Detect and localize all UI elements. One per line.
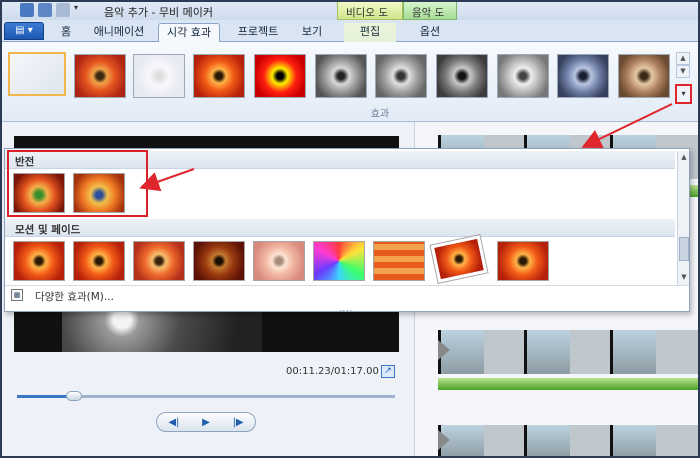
window-title: 음악 추가 - 무비 메이커	[104, 6, 214, 19]
tab-visual-effects[interactable]: 시각 효과	[158, 23, 220, 42]
effect-none-thumb[interactable]	[8, 52, 66, 96]
more-effects-item[interactable]: ▦ 다양한 효과(M)...	[5, 285, 689, 303]
ribbon-tabs: ▤ ▾ 홈 애니메이션 시각 효과 프로젝트 보기 편집 옵션	[0, 20, 700, 42]
effect-thumb[interactable]	[375, 54, 427, 98]
effect-motion-thumb[interactable]	[313, 241, 365, 281]
music-track[interactable]	[438, 378, 700, 390]
gallery-more-button[interactable]: ▾	[675, 84, 692, 104]
scroll-up-icon[interactable]: ▲	[679, 153, 689, 161]
resize-grip-icon[interactable]: ....	[339, 304, 353, 313]
scroll-thumb[interactable]	[679, 237, 689, 261]
effects-group-label: 효과	[370, 109, 390, 120]
fullscreen-icon[interactable]: ↗	[381, 365, 395, 378]
effect-motion-thumb[interactable]	[193, 241, 245, 281]
effect-motion-thumb[interactable]	[253, 241, 305, 281]
seek-handle[interactable]	[65, 391, 82, 401]
tab-project[interactable]: 프로젝트	[228, 23, 288, 42]
tab-edit[interactable]: 편집	[344, 23, 396, 42]
effect-motion-thumb[interactable]	[429, 234, 489, 284]
effect-thumb[interactable]	[254, 54, 306, 98]
effect-thumb[interactable]	[133, 54, 185, 98]
scroll-up-icon[interactable]: ▲	[676, 52, 690, 65]
file-menu-button[interactable]: ▤ ▾	[4, 22, 44, 40]
scroll-down-icon[interactable]: ▼	[676, 65, 690, 78]
quick-access-toolbar: ▾	[20, 3, 88, 17]
tab-animations[interactable]: 애니메이션	[86, 23, 152, 42]
effect-thumb[interactable]	[436, 54, 488, 98]
clip-marker	[438, 430, 450, 450]
timecode: 00:11.23/01:17.00	[286, 366, 379, 377]
effect-motion-thumb[interactable]	[73, 241, 125, 281]
undo-icon[interactable]	[38, 3, 52, 17]
section-header-invert: 반전	[5, 151, 675, 169]
effects-list-icon: ▦	[11, 289, 23, 301]
effect-thumb[interactable]	[618, 54, 670, 98]
effects-gallery-dropdown: 반전 모션 및 페이드 ▲ ▼ ▦ 다양한 효과(M)... ....	[4, 148, 690, 313]
effect-thumb[interactable]	[193, 54, 245, 98]
dropdown-scrollbar[interactable]: ▲ ▼	[677, 151, 689, 285]
title-bar: ▾ 음악 추가 - 무비 메이커 비디오 도구 음악 도구	[0, 0, 700, 34]
clip-marker	[438, 340, 450, 360]
effect-thumb[interactable]	[74, 54, 126, 98]
section-header-motion-fade: 모션 및 페이드	[5, 219, 675, 237]
previous-frame-icon[interactable]: ◀|	[168, 417, 179, 428]
scroll-down-icon[interactable]: ▼	[679, 273, 689, 281]
play-icon[interactable]: ▶	[202, 417, 210, 428]
effect-motion-thumb[interactable]	[13, 241, 65, 281]
effect-motion-thumb[interactable]	[133, 241, 185, 281]
effect-thumb[interactable]	[557, 54, 609, 98]
tab-view[interactable]: 보기	[294, 23, 330, 42]
effect-invert-thumb[interactable]	[13, 173, 65, 213]
file-menu-icon: ▤ ▾	[15, 25, 33, 36]
next-frame-icon[interactable]: |▶	[233, 417, 244, 428]
customize-toolbar-icon[interactable]: ▾	[74, 3, 88, 17]
expand-gallery-icon: ▾	[681, 89, 686, 98]
effect-motion-thumb[interactable]	[373, 241, 425, 281]
tab-options[interactable]: 옵션	[408, 23, 452, 42]
effect-thumb[interactable]	[497, 54, 549, 98]
clip-strip[interactable]	[438, 425, 700, 458]
clip-strip[interactable]	[438, 330, 700, 374]
playback-controls: ◀| ▶ |▶	[156, 412, 256, 432]
effect-thumb[interactable]	[315, 54, 367, 98]
save-icon[interactable]	[20, 3, 34, 17]
redo-icon[interactable]	[56, 3, 70, 17]
video-tools-context: 비디오 도구	[337, 1, 403, 34]
effect-motion-thumb[interactable]	[497, 241, 549, 281]
music-tools-context: 음악 도구	[403, 1, 457, 34]
more-effects-label: 다양한 효과(M)...	[35, 291, 114, 303]
tab-home[interactable]: 홈	[52, 23, 80, 42]
effect-invert-thumb[interactable]	[73, 173, 125, 213]
